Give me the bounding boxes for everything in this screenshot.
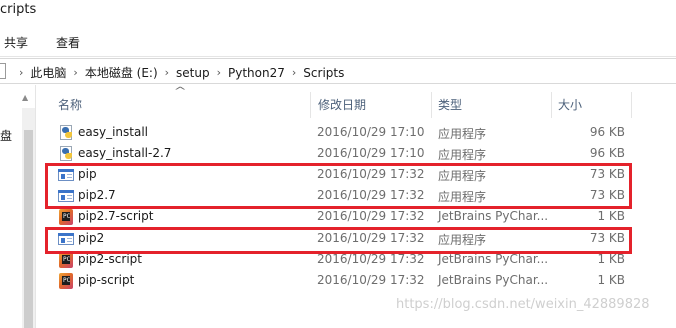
file-name: easy_install [78,125,149,139]
column-header-date[interactable]: 修改日期 [318,96,366,113]
breadcrumb-setup[interactable]: setup [176,66,210,80]
window-title: cripts [0,2,37,17]
file-size: 1 KB [597,209,625,223]
file-name: pip-script [78,273,135,287]
pycharm-script-icon: PC [58,252,74,268]
file-date: 2016/10/29 17:10 [317,125,425,139]
pycharm-script-icon: PC [58,209,74,225]
file-row[interactable]: PC pip-script 2016/10/29 17:32 JetBrains… [58,271,638,291]
tab-view[interactable]: 查看 [56,32,80,53]
file-type: 应用程序 [438,127,487,141]
sort-ascending-icon: ^ [173,86,187,97]
file-date: 2016/10/29 17:32 [317,273,425,287]
column-divider[interactable] [551,92,552,118]
chevron-right-icon[interactable]: › [165,66,169,79]
chevron-right-icon[interactable]: › [19,66,23,79]
column-divider[interactable] [310,92,311,118]
file-size: 96 KB [589,146,625,160]
file-type: JetBrains PyChar... [438,273,549,287]
file-type: JetBrains PyChar... [438,252,549,266]
python-exe-icon [58,146,74,162]
file-size: 1 KB [597,273,625,287]
python-exe-icon [58,125,74,141]
scroll-up-arrow-icon[interactable]: ▲ [22,93,28,102]
file-type: JetBrains PyChar... [438,209,549,223]
file-name: pip2-script [78,252,142,266]
breadcrumb-this-pc[interactable]: 此电脑 [30,64,66,81]
chevron-right-icon[interactable]: › [217,66,221,79]
column-divider[interactable] [631,92,632,118]
breadcrumb: › 此电脑 › 本地磁盘 (E:) › setup › Python27 › S… [12,64,344,81]
file-row[interactable]: easy_install 2016/10/29 17:10 应用程序 96 KB [58,123,638,143]
file-date: 2016/10/29 17:10 [317,146,425,160]
column-header-size[interactable]: 大小 [558,96,582,113]
nav-item-label[interactable]: 盘 [0,127,12,144]
tab-share[interactable]: 共享 [4,32,28,53]
ribbon-tabs: 共享 查看 [0,32,80,53]
column-divider[interactable] [431,92,432,118]
breadcrumb-scripts[interactable]: Scripts [303,66,344,80]
file-name: easy_install-2.7 [78,146,172,160]
file-date: 2016/10/29 17:32 [317,252,425,266]
ribbon-divider [0,56,676,57]
nav-scrollbar-thumb[interactable] [24,130,33,328]
breadcrumb-drive-e[interactable]: 本地磁盘 (E:) [85,64,158,81]
file-type: 应用程序 [438,148,487,162]
file-name: pip2.7-script [78,209,154,223]
pycharm-script-icon: PC [58,273,74,289]
column-header-name[interactable]: 名称 [58,96,82,113]
file-size: 96 KB [589,125,625,139]
breadcrumb-python27[interactable]: Python27 [228,66,285,80]
address-bar[interactable]: › 此电脑 › 本地磁盘 (E:) › setup › Python27 › S… [0,58,676,84]
highlight-box-pip [45,163,632,209]
folder-icon [0,63,6,79]
chevron-right-icon[interactable]: › [73,66,77,79]
highlight-box-pip2 [45,227,632,254]
file-size: 1 KB [597,252,625,266]
chevron-right-icon[interactable]: › [292,66,296,79]
watermark-text: https://blog.csdn.net/weixin_42889828 [396,297,650,312]
file-date: 2016/10/29 17:32 [317,209,425,223]
file-row[interactable]: PC pip2.7-script 2016/10/29 17:32 JetBra… [58,207,638,227]
column-header-type[interactable]: 类型 [438,96,462,113]
file-row[interactable]: easy_install-2.7 2016/10/29 17:10 应用程序 9… [58,144,638,164]
